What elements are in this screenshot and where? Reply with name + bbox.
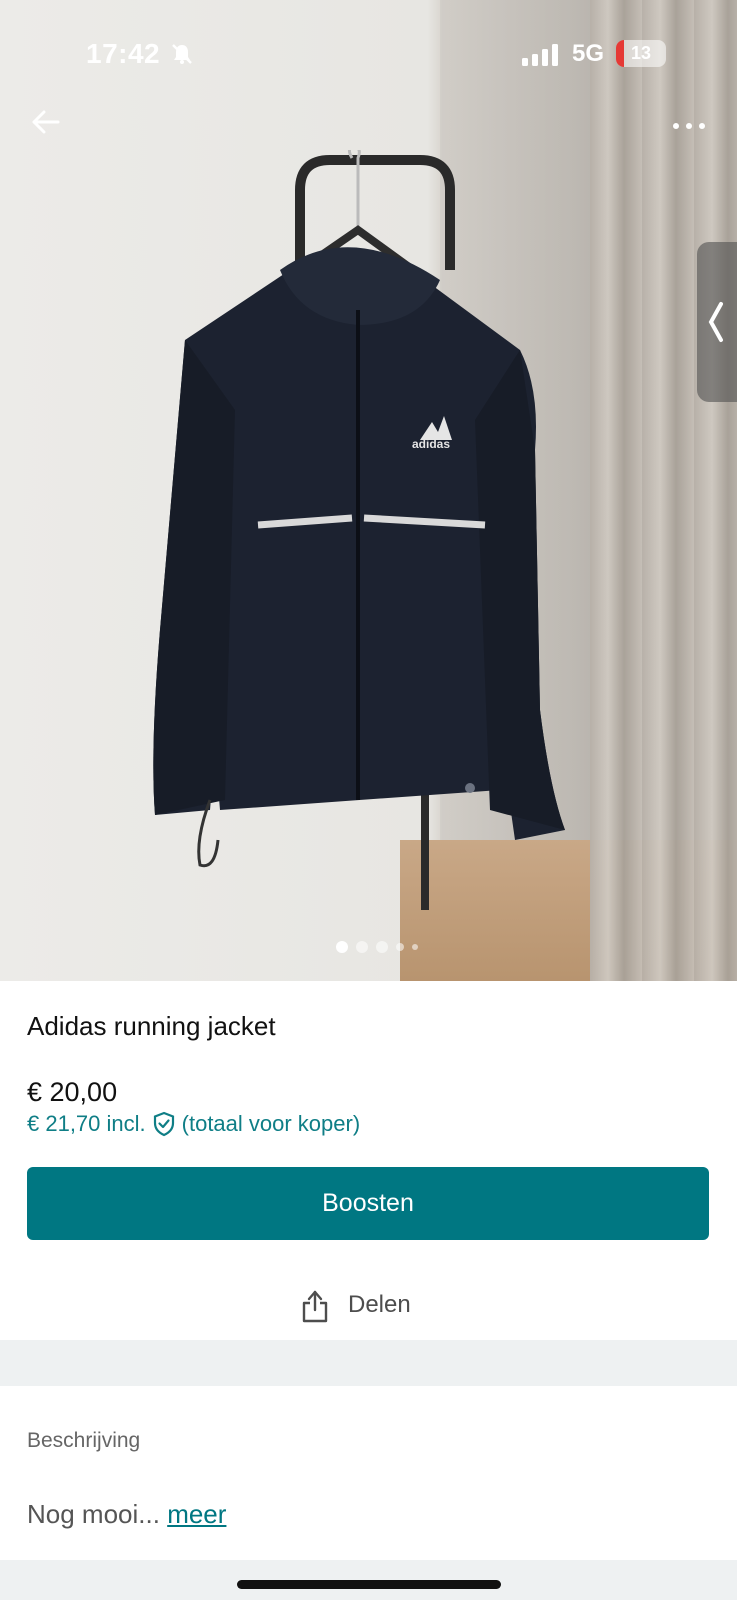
battery-level-bar	[616, 40, 624, 67]
photo-curtain	[590, 0, 737, 981]
share-icon	[302, 1290, 328, 1323]
network-type: 5G	[572, 40, 605, 67]
bell-off-icon	[172, 44, 192, 64]
side-panel-handle[interactable]	[697, 242, 737, 402]
shield-check-icon	[153, 1111, 174, 1137]
carousel-dot[interactable]	[335, 941, 348, 953]
chevron-left-icon	[708, 302, 723, 342]
carousel-dot[interactable]	[355, 941, 368, 953]
item-price: € 20,00	[27, 1077, 118, 1107]
item-title: Adidas running jacket	[27, 1011, 276, 1041]
back-arrow-icon[interactable]	[28, 104, 64, 140]
carousel-dot[interactable]	[411, 944, 418, 950]
svg-text:adidas: adidas	[412, 437, 450, 451]
carousel-indicator	[8, 940, 737, 954]
section-divider	[0, 1340, 737, 1386]
carousel-dot[interactable]	[375, 941, 388, 953]
price-incl-value: € 21,70 incl.	[27, 1111, 146, 1136]
more-icon[interactable]	[670, 108, 710, 144]
description-more-link[interactable]: meer	[167, 1499, 226, 1529]
status-time: 17:42	[86, 38, 161, 69]
battery-percentage: 13	[630, 43, 652, 63]
battery-icon: 13	[616, 40, 666, 67]
share-button[interactable]: Delen	[300, 1281, 411, 1329]
description-preview: Nog mooi...	[27, 1499, 160, 1529]
carousel-dot[interactable]	[395, 943, 404, 951]
home-indicator[interactable]	[237, 1580, 501, 1589]
boost-button[interactable]: Boosten	[27, 1167, 709, 1240]
description-text: Nog mooi... meer	[27, 1499, 226, 1530]
item-photo-carousel[interactable]: adidas 17:42 5G 13	[0, 0, 737, 981]
jacket-image: adidas	[153, 150, 566, 910]
price-incl-note: (totaal voor koper)	[181, 1111, 361, 1136]
signal-icon	[522, 44, 558, 66]
status-bar: 17:42 5G 13	[0, 0, 737, 100]
share-label: Delen	[348, 1291, 411, 1318]
description-label: Beschrijving	[27, 1429, 141, 1452]
buyer-total-price[interactable]: € 21,70 incl. (totaal voor koper)	[27, 1111, 360, 1137]
